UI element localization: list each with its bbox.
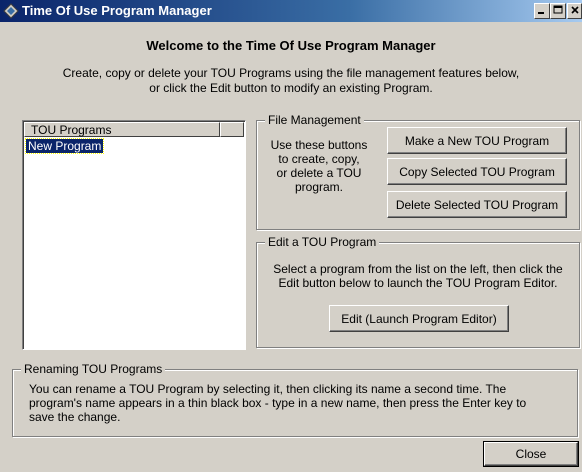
file-management-help-line: or delete a TOU [276,166,362,180]
file-management-legend: File Management [265,113,364,127]
edit-help-line-2: Edit button below to launch the TOU Prog… [278,276,558,290]
intro-text: Create, copy or delete your TOU Programs… [20,66,562,96]
make-new-program-button[interactable]: Make a New TOU Program [387,127,567,154]
list-column-header[interactable]: TOU Programs [24,122,220,137]
file-management-help-line: program. [294,180,344,194]
edit-program-help: Select a program from the list on the le… [261,262,575,290]
list-column-header-filler [220,122,244,137]
list-item[interactable]: New Program [24,138,105,154]
file-management-group: File Management Use these buttons to cre… [256,113,580,230]
close-icon [570,6,579,14]
edit-help-line-1: Select a program from the list on the le… [273,262,563,276]
renaming-help: You can rename a TOU Program by selectin… [29,382,569,424]
minimize-button[interactable] [534,3,550,19]
app-icon [3,3,19,19]
welcome-heading: Welcome to the Time Of Use Program Manag… [146,38,436,53]
edit-program-legend: Edit a TOU Program [265,235,380,249]
window-title-bar[interactable]: Time Of Use Program Manager [0,0,582,22]
close-button[interactable]: Close [483,441,579,467]
renaming-line-1: You can rename a TOU Program by selectin… [29,382,507,396]
window-title: Time Of Use Program Manager [22,3,212,18]
intro-line-1: Create, copy or delete your TOU Programs… [62,66,520,80]
edit-program-button[interactable]: Edit (Launch Program Editor) [329,305,509,332]
maximize-icon [553,5,563,14]
maximize-button[interactable] [550,3,566,19]
renaming-line-3: save the change. [29,410,121,424]
renaming-group: Renaming TOU Programs You can rename a T… [12,362,578,437]
program-list[interactable]: TOU Programs New Program [22,120,246,350]
edit-program-group: Edit a TOU Program Select a program from… [256,235,580,348]
file-management-help-line: to create, copy, [278,152,360,166]
renaming-legend: Renaming TOU Programs [21,362,166,376]
minimize-icon [538,12,544,14]
renaming-line-2: program's name appears in a thin black b… [29,396,527,410]
copy-program-button[interactable]: Copy Selected TOU Program [387,158,567,185]
close-window-button[interactable] [567,3,582,19]
file-management-help-line: Use these buttons [270,138,368,152]
delete-program-button[interactable]: Delete Selected TOU Program [387,191,567,218]
intro-line-2: or click the Edit button to modify an ex… [149,81,433,95]
file-management-help: Use these buttons to create, copy, or de… [263,138,375,194]
